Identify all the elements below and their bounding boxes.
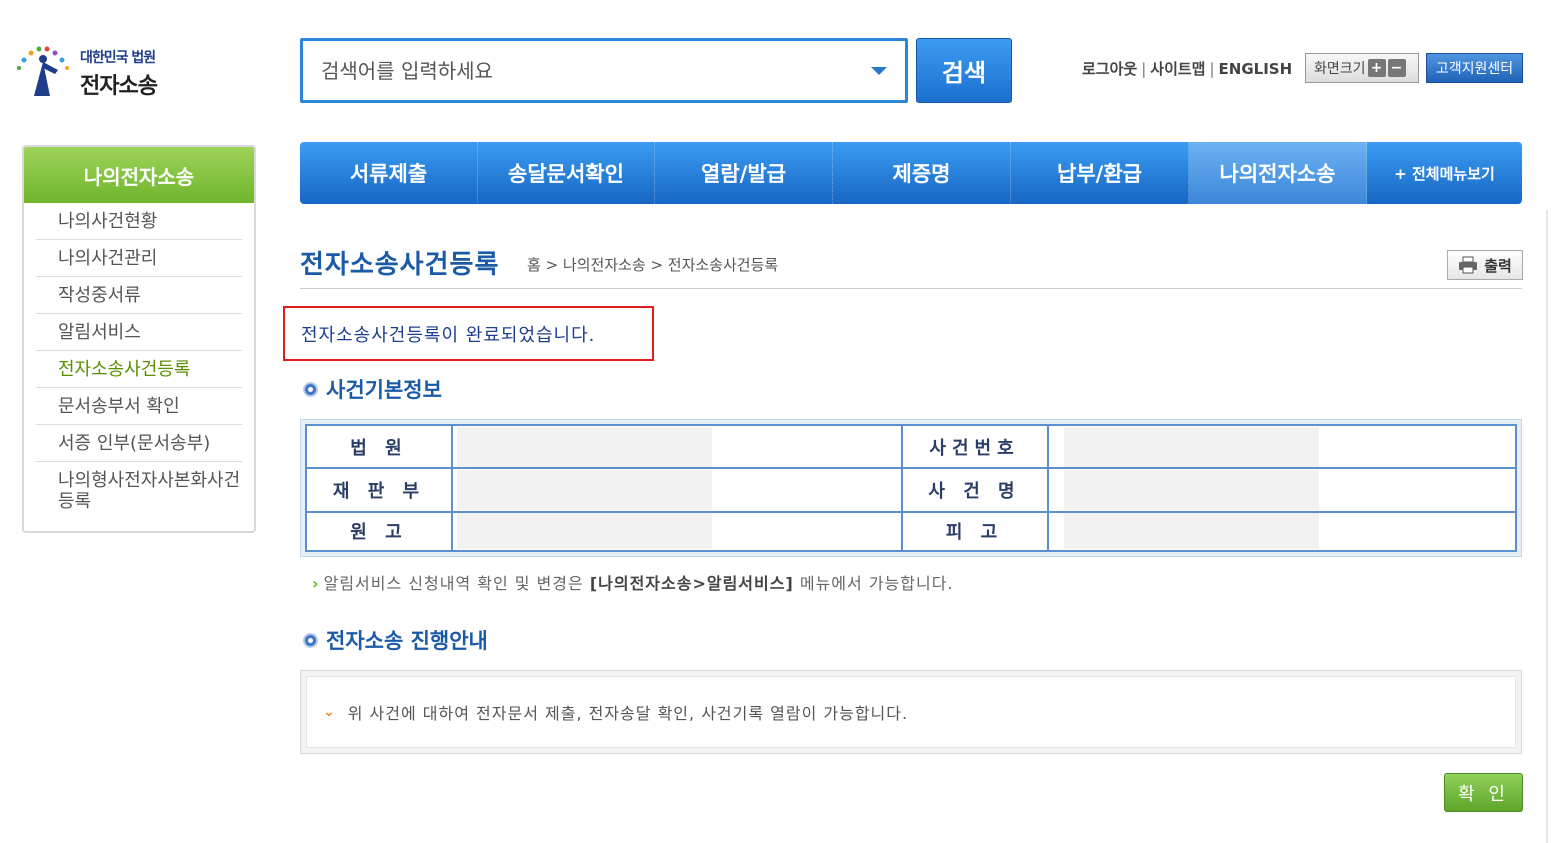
nav-certificates[interactable]: 제증명	[833, 142, 1011, 204]
zoom-out-button[interactable]: −	[1387, 59, 1406, 77]
division-value	[451, 467, 903, 513]
utility-links: 로그아웃 | 사이트맵 | ENGLISH	[1082, 60, 1293, 78]
bullet-icon	[303, 381, 318, 397]
guide-inner: ⌄ 위 사건에 대하여 전자문서 제출, 전자송달 확인, 사건기록 열람이 가…	[306, 676, 1516, 748]
completion-message: 전자소송사건등록이 완료되었습니다.	[283, 306, 654, 361]
note-highlight: [나의전자소송>알림서비스]	[589, 574, 794, 593]
case-number-value	[1046, 423, 1518, 470]
sidebar-menu: 나의사건현황 나의사건관리 작성중서류 알림서비스 전자소송사건등록 문서송부서…	[24, 203, 254, 519]
sidebar-item-drafts[interactable]: 작성중서류	[36, 277, 242, 314]
chevron-down-icon: ⌄	[323, 704, 336, 720]
plaintiff-value	[451, 510, 903, 553]
search-box[interactable]	[300, 38, 908, 103]
plaintiff-label: 원 고	[305, 510, 453, 553]
case-info-title: 사건기본정보	[326, 378, 442, 402]
font-size-label: 화면크기	[1314, 61, 1366, 77]
guide-title: 전자소송 진행안내	[326, 629, 488, 653]
case-info-heading: 사건기본정보	[303, 374, 442, 404]
arrow-right-icon: ›	[312, 574, 320, 593]
sidebar-item-notifications[interactable]: 알림서비스	[36, 314, 242, 351]
division-label: 재 판 부	[305, 467, 453, 513]
nav-delivery-check[interactable]: 송달문서확인	[478, 142, 655, 204]
guide-heading: 전자소송 진행안내	[303, 625, 488, 655]
guide-box: ⌄ 위 사건에 대하여 전자문서 제출, 전자송달 확인, 사건기록 열람이 가…	[300, 670, 1522, 754]
guide-text: 위 사건에 대하여 전자문서 제출, 전자송달 확인, 사건기록 열람이 가능합…	[347, 704, 909, 723]
case-info-table: 법 원 사건번호 재 판 부 사 건 명 원 고 피 고	[305, 423, 1518, 553]
defendant-label: 피 고	[900, 510, 1049, 553]
nav-view-issue[interactable]: 열람/발급	[655, 142, 833, 204]
sidebar-item-my-cases[interactable]: 나의사건현황	[36, 203, 242, 240]
logo-subtitle: 대한민국 법원	[80, 50, 156, 66]
notification-note: › 알림서비스 신청내역 확인 및 변경은 [나의전자소송>알림서비스] 메뉴에서…	[312, 570, 954, 594]
scrollbar-edge	[1546, 210, 1548, 843]
sidebar-item-document-delivery[interactable]: 문서송부서 확인	[36, 388, 242, 425]
title-divider	[300, 288, 1522, 289]
sidebar-item-evidence-approval[interactable]: 서증 인부(문서송부)	[36, 425, 242, 462]
sidebar-item-case-registration[interactable]: 전자소송사건등록	[36, 351, 242, 388]
case-name-label: 사 건 명	[900, 467, 1049, 513]
page-title: 전자소송사건등록	[300, 250, 500, 280]
court-emblem-icon	[17, 46, 69, 96]
print-label: 출력	[1484, 256, 1512, 275]
font-size-control: 화면크기 + −	[1305, 53, 1419, 83]
nav-document-submit[interactable]: 서류제출	[300, 142, 478, 204]
main-nav: 서류제출 송달문서확인 열람/발급 제증명 납부/환급 나의전자소송 + 전체메…	[300, 142, 1522, 204]
case-name-value	[1046, 467, 1518, 513]
note-prefix: 알림서비스 신청내역 확인 및 변경은	[323, 574, 590, 593]
sitemap-link[interactable]: 사이트맵	[1150, 60, 1205, 78]
confirm-button[interactable]: 확 인	[1444, 773, 1523, 812]
note-suffix: 메뉴에서 가능합니다.	[793, 574, 954, 593]
nav-payment-refund[interactable]: 납부/환급	[1011, 142, 1189, 204]
english-link[interactable]: ENGLISH	[1219, 60, 1293, 78]
search-button[interactable]: 검색	[916, 38, 1012, 103]
sidebar-title: 나의전자소송	[24, 147, 254, 203]
case-info-table-wrap: 법 원 사건번호 재 판 부 사 건 명 원 고 피 고	[300, 419, 1522, 557]
bullet-icon	[303, 632, 318, 648]
court-label: 법 원	[305, 423, 453, 470]
customer-center-button[interactable]: 고객지원센터	[1426, 53, 1523, 83]
zoom-in-button[interactable]: +	[1367, 59, 1386, 77]
breadcrumb: 홈 > 나의전자소송 > 전자소송사건등록	[527, 256, 779, 274]
nav-all-menu[interactable]: + 전체메뉴보기	[1367, 142, 1522, 204]
search-dropdown-icon[interactable]	[871, 67, 887, 75]
nav-my-esuit[interactable]: 나의전자소송	[1189, 142, 1367, 204]
logout-link[interactable]: 로그아웃	[1082, 60, 1137, 78]
sidebar-item-case-management[interactable]: 나의사건관리	[36, 240, 242, 277]
court-logo[interactable]: 대한민국 법원 전자소송	[14, 40, 184, 102]
print-button[interactable]: 출력	[1447, 250, 1523, 280]
logo-title: 전자소송	[80, 74, 158, 99]
court-value	[451, 423, 903, 470]
search-input[interactable]	[321, 53, 851, 89]
sidebar-item-criminal-registration[interactable]: 나의형사전자사본화사건등록	[36, 462, 242, 519]
case-number-label: 사건번호	[900, 423, 1049, 470]
printer-icon	[1459, 256, 1478, 274]
sidebar: 나의전자소송 나의사건현황 나의사건관리 작성중서류 알림서비스 전자소송사건등…	[22, 145, 256, 533]
defendant-value	[1046, 510, 1518, 553]
